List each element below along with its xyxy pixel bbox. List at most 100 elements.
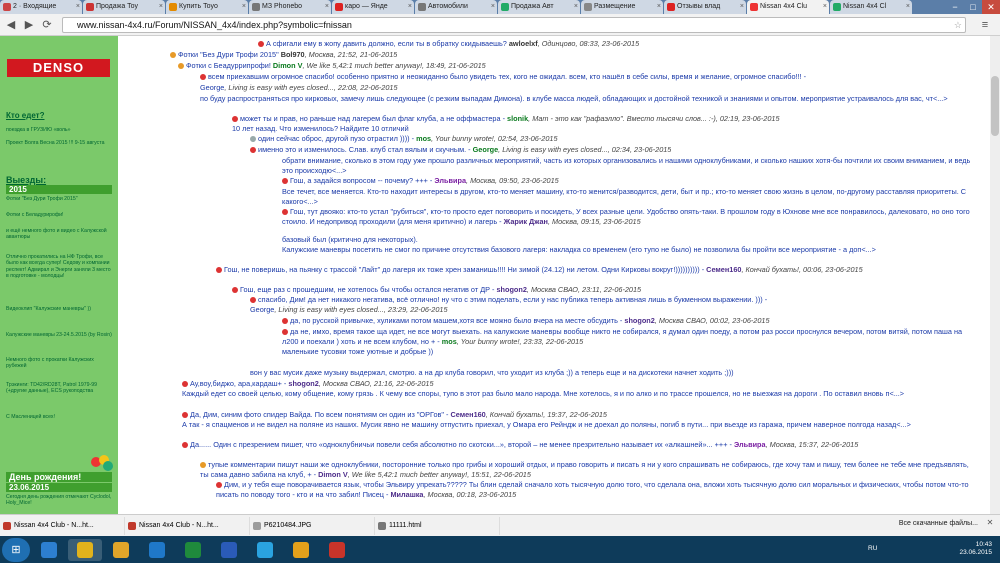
video-text[interactable]: Видеоклип "Калужские маневры" )) <box>6 306 112 312</box>
new-photo-text[interactable]: и ещё немного фото и видео с Калужской а… <box>6 228 112 241</box>
tab-close-icon[interactable]: × <box>408 0 412 14</box>
report-text[interactable]: Отлично прокатились на НФ Трофи, все был… <box>6 254 112 280</box>
download-item[interactable]: Nissan 4x4 Club - N...ht... <box>125 516 250 535</box>
post-text[interactable]: базовый был (критично для некоторых). <box>282 235 418 244</box>
post-text[interactable]: маленькие тусовки тоже уютные и добрые )… <box>282 347 433 356</box>
post-text[interactable]: именно это и изменилось. Слав. клуб стал… <box>258 145 471 154</box>
tab-close-icon[interactable]: × <box>574 0 578 14</box>
browser-tab[interactable]: Продажа Авт × <box>498 0 580 14</box>
tab-close-icon[interactable]: × <box>823 0 827 14</box>
post-author[interactable]: shogon2 <box>497 285 527 294</box>
post-text[interactable]: Фотки с Беадуррипрофи! <box>186 61 271 70</box>
post-status-icon[interactable] <box>258 41 264 48</box>
browser-tab[interactable]: Размещение × <box>581 0 663 14</box>
tab-close-icon[interactable]: × <box>325 0 329 14</box>
url-input[interactable]: www.nissan-4x4.ru/Forum/NISSAN_4x4/index… <box>62 17 966 33</box>
post-status-icon[interactable] <box>216 267 222 274</box>
browser-tab[interactable]: каро — Янде × <box>332 0 414 14</box>
post-status-icon[interactable] <box>170 52 176 59</box>
post-text[interactable]: Да, Дим, синим фото спидер Вайда. По все… <box>190 410 448 419</box>
browser-tab[interactable]: МЗ Phonebo × <box>249 0 331 14</box>
taskbar-button[interactable] <box>68 538 102 561</box>
browser-tab[interactable]: Отзывы влад × <box>664 0 746 14</box>
post-text[interactable]: обрати внимание, сколько в этом году уже… <box>282 156 970 175</box>
tab-close-icon[interactable]: × <box>76 0 80 14</box>
post-status-icon[interactable] <box>250 147 256 154</box>
post-text[interactable]: Гош, еще раз с прошедшим, не хотелось бы… <box>240 285 494 294</box>
taskbar-button[interactable] <box>284 539 318 561</box>
post-author[interactable]: Dimon V <box>318 470 348 479</box>
post-status-icon[interactable] <box>200 74 206 81</box>
post-status-icon[interactable] <box>282 209 288 216</box>
post-author[interactable]: Семен160 <box>706 265 741 274</box>
post-text[interactable]: Гош, а задайся вопросом -- почему? +++ - <box>290 176 432 185</box>
denso-logo[interactable]: DENSO <box>7 59 110 77</box>
post-text[interactable]: Все течет, все меняется. Кто-то находит … <box>282 187 966 206</box>
post-text[interactable]: по буду распространяться про кирковых, з… <box>200 94 948 103</box>
post-status-icon[interactable] <box>250 136 256 143</box>
taskbar-button[interactable] <box>32 539 66 561</box>
post-text[interactable]: Ау,воу,биджо, ара,кардаш+ - <box>190 379 286 388</box>
post-author[interactable]: Эльвира <box>434 176 466 185</box>
post-status-icon[interactable] <box>182 442 188 449</box>
trips-text[interactable]: Фотки "Без Дури Трофи 2015" <box>6 196 112 202</box>
post-status-icon[interactable] <box>182 412 188 419</box>
back-button[interactable]: ◀ <box>4 18 18 32</box>
post-text[interactable]: Гош, не поверишь, на пьянку с трассой "Л… <box>224 265 704 274</box>
post-author[interactable]: shogon2 <box>624 316 654 325</box>
trophy-text[interactable]: Трэкинги: TD42/RD28T, Patrol 1979-99 (+д… <box>6 382 112 395</box>
post-author[interactable]: Семен160 <box>450 410 485 419</box>
post-status-icon[interactable] <box>250 297 256 304</box>
project-text[interactable]: Проект Волга Весна 2015 !!! 9-15 августа <box>6 140 112 146</box>
browser-tab[interactable]: 2 · Входящие × <box>0 0 82 14</box>
taskbar-button[interactable] <box>176 539 210 561</box>
browser-tab[interactable]: Автомобили × <box>415 0 497 14</box>
language-indicator[interactable]: RU <box>868 545 877 552</box>
close-window-button[interactable]: ✕ <box>982 0 1000 14</box>
post-status-icon[interactable] <box>232 116 238 123</box>
post-status-icon[interactable] <box>282 178 288 185</box>
post-text[interactable]: Калужские маневры посетить не смог по пр… <box>282 245 876 254</box>
post-author[interactable]: mos <box>416 134 431 143</box>
tab-close-icon[interactable]: × <box>159 0 163 14</box>
birthday-text[interactable]: Сегодня день рождения отмечают Cyclodol,… <box>6 494 112 507</box>
post-text[interactable]: да, по русской привычке, хуликами потом … <box>290 316 622 325</box>
scrollbar-thumb[interactable] <box>991 76 999 136</box>
post-author[interactable]: mos <box>442 337 457 346</box>
post-author[interactable]: Милашка <box>390 490 423 499</box>
post-text[interactable]: Дим, и у тебя еще поворачивается язык, ч… <box>216 480 969 499</box>
chrome-menu-icon[interactable]: ≡ <box>978 18 992 32</box>
post-author[interactable]: Dimon V <box>273 61 303 70</box>
start-button[interactable]: ⊞ <box>2 537 30 562</box>
tab-close-icon[interactable]: × <box>906 0 910 14</box>
show-all-downloads-link[interactable]: Все скачанные файлы... <box>899 520 978 527</box>
browser-tab[interactable]: Купить Toyo × <box>166 0 248 14</box>
post-text[interactable]: А так - я спацменов и не видел на поляне… <box>182 420 911 429</box>
downloads-close-icon[interactable]: ✕ <box>985 518 995 528</box>
post-author[interactable]: Эльвира <box>734 440 766 449</box>
post-text[interactable]: Да...... Один с презрением пишет, что «о… <box>190 440 732 449</box>
post-text[interactable]: да не, имхо, время такое ща идет, не все… <box>282 327 962 346</box>
browser-tab[interactable]: Nissan 4x4 Cl × <box>830 0 912 14</box>
minimize-button[interactable]: − <box>946 0 964 14</box>
post-text[interactable]: один сейчас оброс, другой пузо отрастил … <box>258 134 414 143</box>
post-author[interactable]: Bol970 <box>281 50 305 59</box>
tab-close-icon[interactable]: × <box>657 0 661 14</box>
clock[interactable]: 10:43 23.06.2015 <box>959 541 992 557</box>
maslenitsa-text[interactable]: С Масленицей всех! <box>6 414 112 420</box>
post-text[interactable]: Каждый едет со своей целью, кому общение… <box>182 389 904 398</box>
post-status-icon[interactable] <box>216 482 222 489</box>
post-text[interactable]: Фотки "Без Дури Трофи 2015" <box>178 50 279 59</box>
tab-close-icon[interactable]: × <box>491 0 495 14</box>
section-trips-header[interactable]: Выезды: <box>6 175 46 185</box>
post-text[interactable]: А сфигали ему в жопу давить должно, если… <box>266 39 507 48</box>
post-text[interactable]: спасибо, Дим! да нет никакого негатива, … <box>258 295 767 304</box>
section-who-header[interactable]: Кто едет? <box>6 111 44 120</box>
post-author[interactable]: shogon2 <box>288 379 318 388</box>
post-status-icon[interactable] <box>182 381 188 388</box>
post-status-icon[interactable] <box>178 63 184 70</box>
taskbar-button[interactable] <box>104 539 138 561</box>
tab-close-icon[interactable]: × <box>242 0 246 14</box>
download-item[interactable]: Nissan 4x4 Club - N...ht... <box>0 516 125 535</box>
post-status-icon[interactable] <box>282 318 288 325</box>
